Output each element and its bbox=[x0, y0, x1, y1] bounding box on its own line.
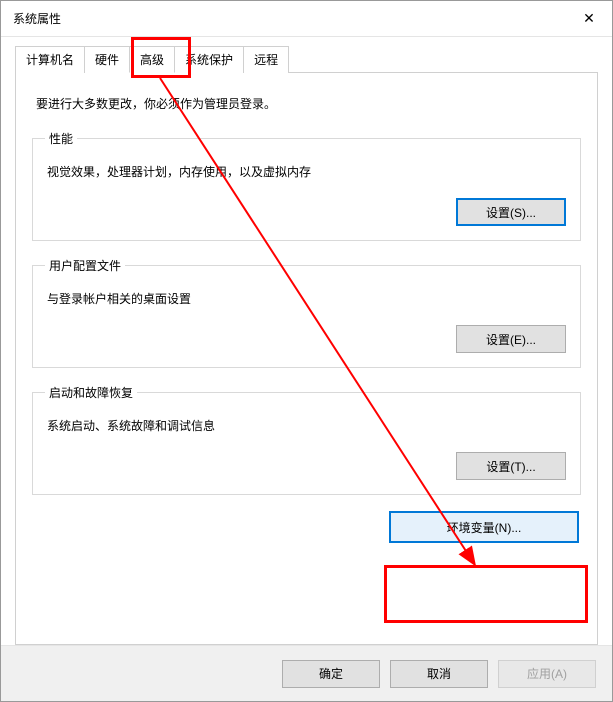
group-user-profiles-legend: 用户配置文件 bbox=[45, 257, 125, 274]
titlebar: 系统属性 ✕ bbox=[1, 1, 612, 37]
performance-settings-button[interactable]: 设置(S)... bbox=[456, 198, 566, 226]
content-area: 计算机名 硬件 高级 系统保护 远程 要进行大多数更改，你必须作为管理员登录。 … bbox=[1, 37, 612, 645]
apply-button[interactable]: 应用(A) bbox=[498, 660, 596, 688]
group-startup-recovery-legend: 启动和故障恢复 bbox=[45, 384, 137, 401]
dialog-footer: 确定 取消 应用(A) bbox=[1, 645, 612, 701]
close-button[interactable]: ✕ bbox=[566, 1, 612, 37]
tab-strip: 计算机名 硬件 高级 系统保护 远程 bbox=[15, 45, 598, 72]
group-performance-legend: 性能 bbox=[45, 130, 77, 147]
tab-hardware[interactable]: 硬件 bbox=[84, 46, 130, 73]
user-profiles-desc: 与登录帐户相关的桌面设置 bbox=[47, 290, 566, 307]
tab-advanced[interactable]: 高级 bbox=[129, 46, 175, 73]
performance-desc: 视觉效果，处理器计划，内存使用，以及虚拟内存 bbox=[47, 163, 566, 180]
group-user-profiles: 用户配置文件 与登录帐户相关的桌面设置 设置(E)... bbox=[32, 257, 581, 368]
system-properties-window: 系统属性 ✕ 计算机名 硬件 高级 系统保护 远程 要进行大多数更改，你必须作为… bbox=[0, 0, 613, 702]
ok-button[interactable]: 确定 bbox=[282, 660, 380, 688]
environment-variables-button[interactable]: 环境变量(N)... bbox=[389, 511, 579, 543]
close-icon: ✕ bbox=[583, 10, 595, 27]
group-performance: 性能 视觉效果，处理器计划，内存使用，以及虚拟内存 设置(S)... bbox=[32, 130, 581, 241]
window-title: 系统属性 bbox=[13, 10, 61, 27]
tab-remote[interactable]: 远程 bbox=[243, 46, 289, 73]
tab-panel-advanced: 要进行大多数更改，你必须作为管理员登录。 性能 视觉效果，处理器计划，内存使用，… bbox=[15, 72, 598, 645]
admin-notice: 要进行大多数更改，你必须作为管理员登录。 bbox=[36, 95, 581, 112]
group-startup-recovery: 启动和故障恢复 系统启动、系统故障和调试信息 设置(T)... bbox=[32, 384, 581, 495]
startup-recovery-desc: 系统启动、系统故障和调试信息 bbox=[47, 417, 566, 434]
user-profiles-settings-button[interactable]: 设置(E)... bbox=[456, 325, 566, 353]
cancel-button[interactable]: 取消 bbox=[390, 660, 488, 688]
tab-computer-name[interactable]: 计算机名 bbox=[15, 46, 85, 73]
startup-recovery-settings-button[interactable]: 设置(T)... bbox=[456, 452, 566, 480]
tab-system-protection[interactable]: 系统保护 bbox=[174, 46, 244, 73]
